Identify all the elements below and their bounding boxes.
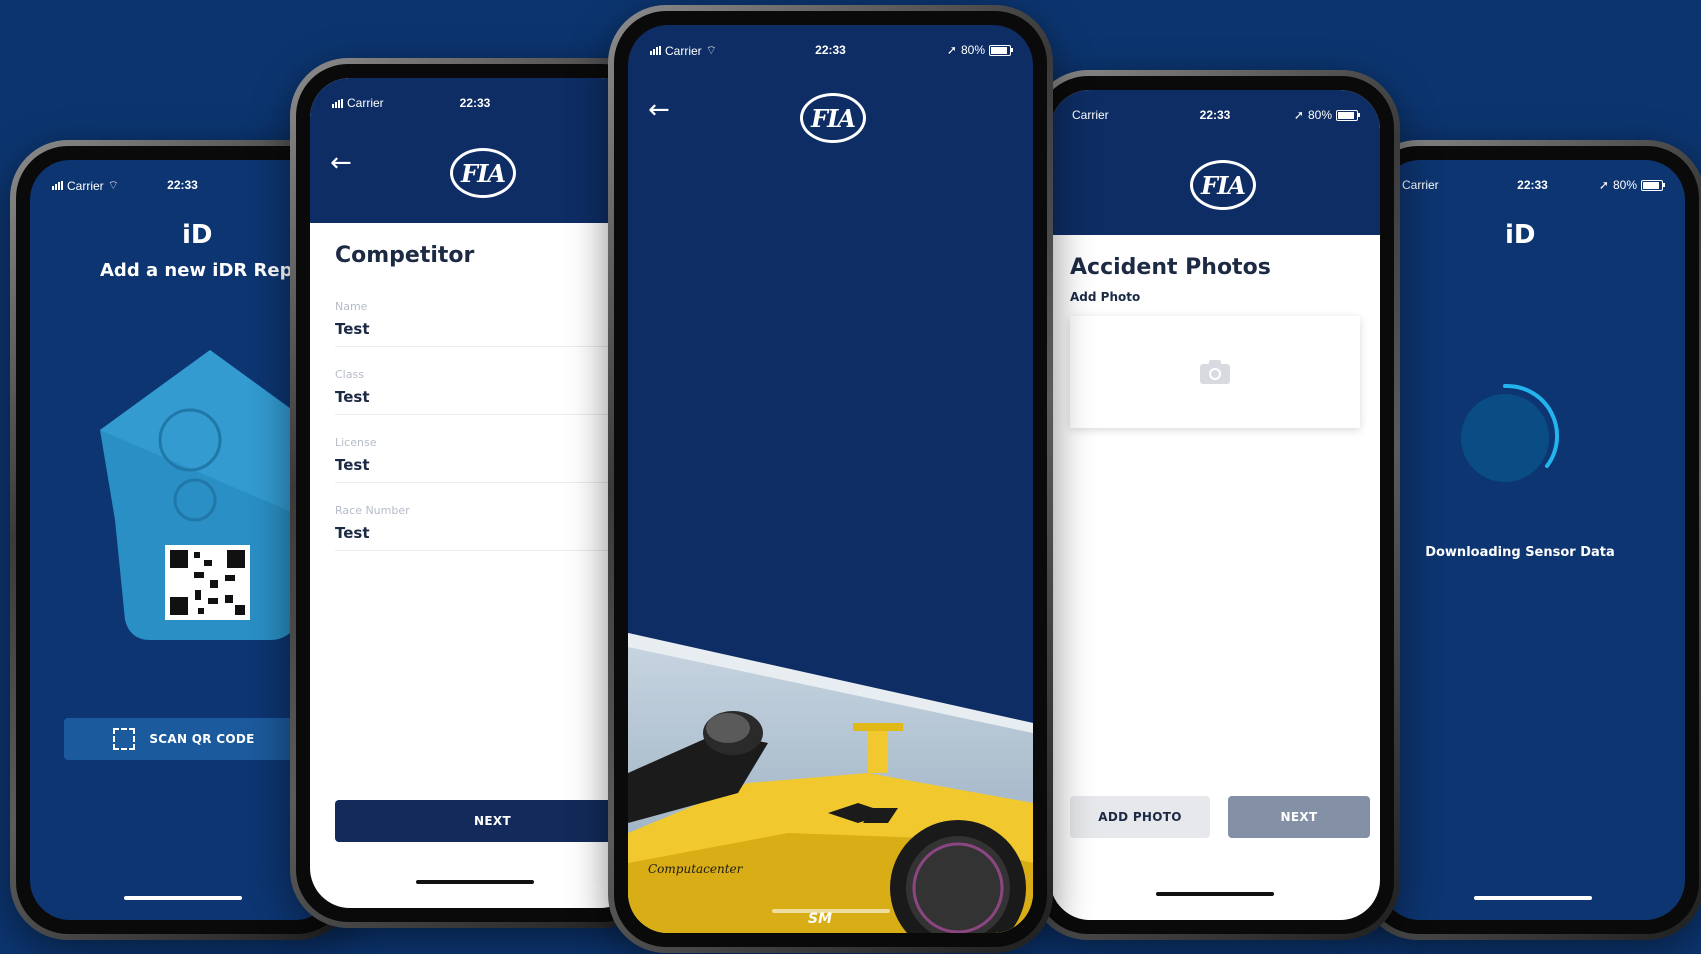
status-bar: Carrier 22:33 ➚ 80% [1050,90,1380,134]
location-icon: ➚ [1293,108,1304,122]
status-bar: Carrier 22:33 [310,78,640,122]
section-subtitle: Add Photo [1070,290,1141,304]
home-indicator [771,909,890,913]
photo-placeholder[interactable] [1070,316,1360,428]
fia-logo-icon: FIA [800,93,866,143]
battery-percent: 80% [960,43,985,57]
field-divider [335,346,640,347]
page-title: Accident Photos [1070,255,1271,280]
battery-percent: 80% [1307,108,1332,122]
field-value-name[interactable]: Test [335,320,370,338]
phone-4: Carrier 22:33 ➚ 80% FIA Accident Photos A… [1030,70,1400,940]
home-indicator [1156,892,1274,896]
page-title: Add a new iDR Report [100,260,323,281]
fia-logo-icon: FIA [450,148,516,198]
battery-icon [1336,109,1360,121]
home-indicator [123,896,242,900]
field-value-class[interactable]: Test [335,388,370,406]
location-icon: ➚ [946,43,957,57]
add-photo-button[interactable]: ADD PHOTO [1070,796,1210,838]
home-indicator [1473,896,1592,900]
svg-text:Computacenter: Computacenter [648,862,744,876]
status-time: 22:33 [459,96,491,110]
page-title: Competitor [335,243,475,268]
field-label-name: Name [335,300,368,313]
download-status-text: Downloading Sensor Data [1425,545,1615,560]
back-arrow-icon[interactable]: ← [648,95,670,125]
battery-percent: 80% [1612,178,1637,192]
field-value-license[interactable]: Test [335,456,370,474]
scan-qr-label: SCAN QR CODE [149,732,255,746]
idr-logo-icon: ⅰD [1505,220,1536,250]
fia-logo-icon: FIA [1190,160,1256,210]
location-icon: ➚ [1598,178,1609,192]
phone-2: Carrier 22:33 ← FIA Competitor Name Test… [290,58,660,928]
screen-accident-photos: Carrier 22:33 ➚ 80% FIA Accident Photos A… [1050,90,1380,920]
scan-qr-button[interactable]: SCAN QR CODE [64,718,304,760]
field-divider [335,482,640,483]
scan-frame-icon [113,728,136,750]
field-label-race-number: Race Number [335,504,410,517]
field-divider [335,550,640,551]
svg-text:SM: SM [808,911,832,927]
screen-competitor: Carrier 22:33 ← FIA Competitor Name Test… [310,78,640,908]
phone-5: Carrier 22:33 ➚ 80% ⅰD Downloading Sensor… [1360,140,1701,940]
battery-icon [1641,179,1665,191]
field-value-race-number[interactable]: Test [335,524,370,542]
phone-3: Carrier ⌔ 22:33 ➚ 80% ← FIA Computacente… [608,5,1053,953]
field-label-class: Class [335,368,364,381]
next-button[interactable]: NEXT [1228,796,1370,838]
idr-logo-icon: ⅰD [182,220,213,250]
battery-icon [989,44,1013,56]
next-button[interactable]: NEXT [335,800,640,842]
field-label-license: License [335,436,377,449]
back-arrow-icon[interactable]: ← [330,148,352,178]
loading-spinner-icon [1461,383,1560,482]
status-bar: Carrier 22:33 ➚ 80% [1380,160,1685,204]
screen-downloading: Carrier 22:33 ➚ 80% ⅰD Downloading Sensor… [1380,160,1685,920]
home-indicator [416,880,534,884]
status-bar: Carrier ⌔ 22:33 ➚ 80% [628,25,1033,69]
field-divider [335,414,640,415]
camera-icon [1200,360,1230,384]
race-car-image: Computacenter SM [628,633,1033,933]
screen-splash: Carrier ⌔ 22:33 ➚ 80% ← FIA Computacente… [628,25,1033,933]
